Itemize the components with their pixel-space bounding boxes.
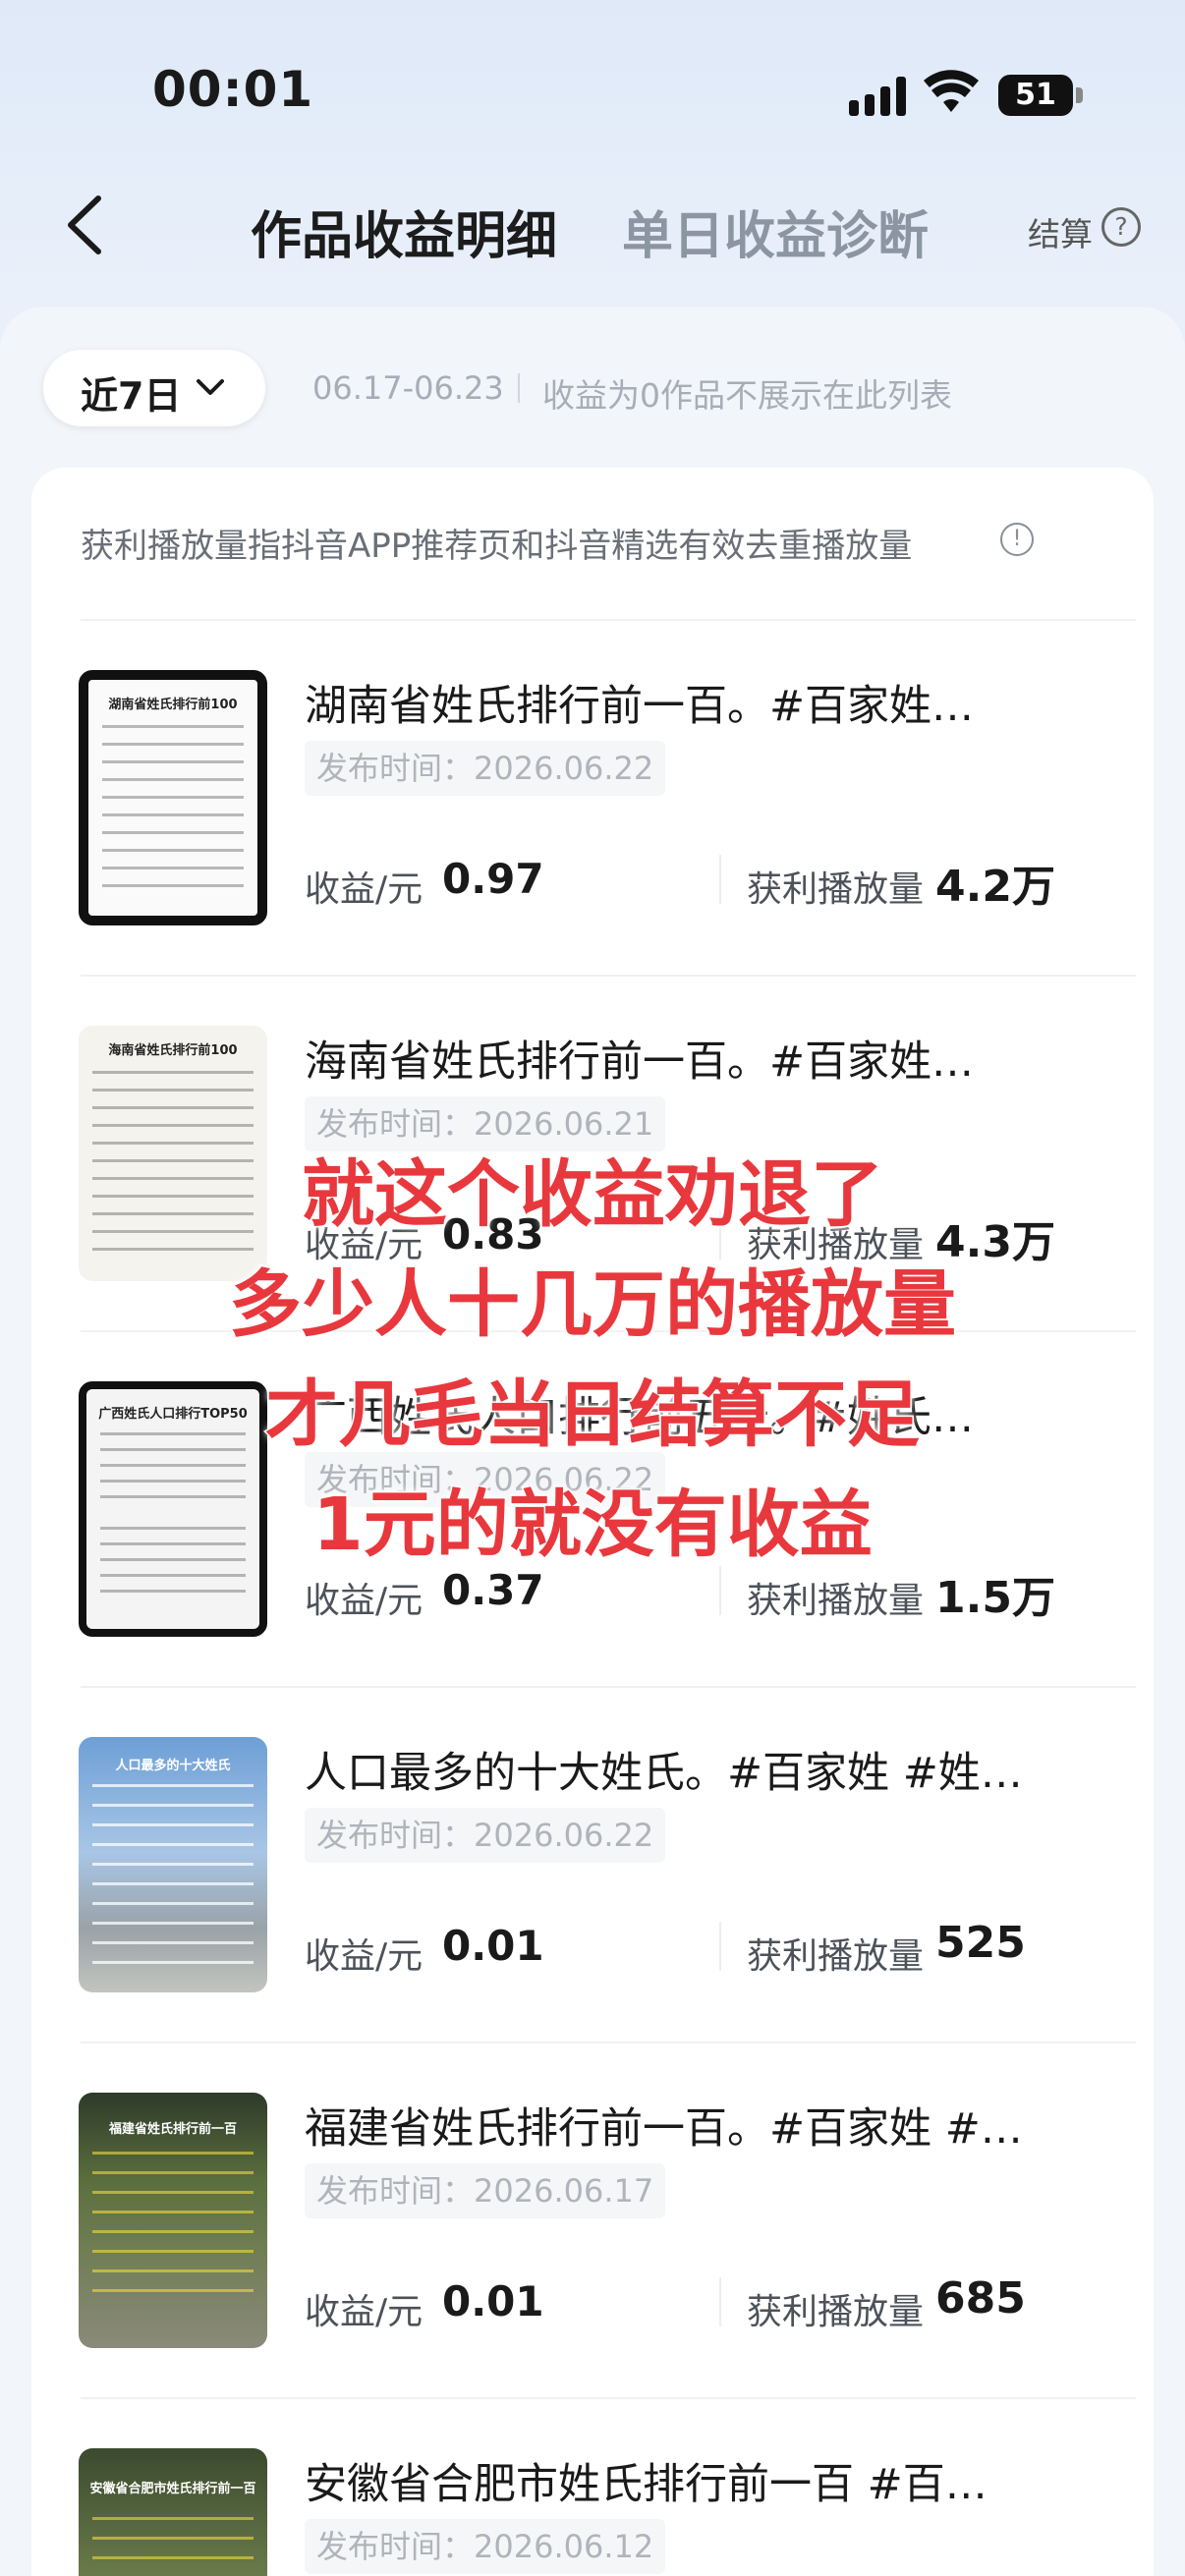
divider bbox=[719, 855, 721, 904]
plays-value: 4.2万 bbox=[935, 862, 1055, 912]
chevron-down-icon bbox=[197, 379, 224, 395]
video-thumbnail: 福建省姓氏排行前一百 bbox=[79, 2093, 267, 2348]
list-item[interactable]: 福建省姓氏排行前一百 福建省姓氏排行前一百。#百家姓 #… 发布时间：2026.… bbox=[31, 2042, 1154, 2397]
video-thumbnail: 人口最多的十大姓氏 bbox=[79, 1737, 267, 1992]
earnings-label: 收益/元 bbox=[305, 1936, 423, 1977]
card-note: 获利播放量指抖音APP推荐页和抖音精选有效去重播放量 bbox=[81, 527, 913, 566]
earnings-label: 收益/元 bbox=[305, 869, 423, 910]
overlay-line: 多少人十几万的播放量 bbox=[228, 1261, 958, 1349]
list-item[interactable]: 湖南省姓氏排行前100 湖南省姓氏排行前一百。#百家姓… 发布时间：2026.0… bbox=[31, 619, 1154, 975]
publish-time: 发布时间：2026.06.22 bbox=[305, 741, 666, 796]
tab-daily-diagnosis[interactable]: 单日收益诊断 bbox=[622, 195, 929, 268]
date-range-label: 近7日 bbox=[81, 374, 182, 418]
thumbnail-text: 人口最多的十大姓氏 bbox=[115, 1759, 231, 1773]
back-arrow-icon[interactable] bbox=[59, 193, 114, 257]
overlay-line: 1元的就没有收益 bbox=[311, 1482, 875, 1569]
info-icon[interactable]: ! bbox=[1000, 523, 1034, 556]
overlay-line: 就这个收益劝退了 bbox=[301, 1151, 885, 1239]
thumbnail-text: 安徽省合肥市姓氏排行前一百 bbox=[89, 2482, 256, 2496]
earnings-label: 收益/元 bbox=[305, 2292, 423, 2332]
date-range-text: 06.17-06.23 bbox=[312, 369, 504, 407]
battery-icon: 51 bbox=[998, 75, 1073, 116]
status-time: 00:01 bbox=[152, 61, 314, 118]
signal-icon bbox=[849, 77, 910, 116]
zero-earnings-notice: 收益为0作品不展示在此列表 bbox=[542, 376, 952, 415]
video-title: 福建省姓氏排行前一百。#百家姓 #… bbox=[305, 2104, 1023, 2154]
earnings-value: 0.01 bbox=[442, 2277, 544, 2325]
plays-label: 获利播放量 bbox=[747, 1936, 925, 1977]
overlay-caption: 就这个收益劝退了 多少人十几万的播放量 才几毛当日结算不足 1元的就没有收益 bbox=[0, 1140, 1185, 1580]
plays-label: 获利播放量 bbox=[747, 2292, 925, 2332]
plays-value: 685 bbox=[935, 2273, 1026, 2324]
video-title: 人口最多的十大姓氏。#百家姓 #姓… bbox=[305, 1749, 1023, 1798]
settle-link[interactable]: 结算 bbox=[1028, 208, 1093, 255]
battery-level: 51 bbox=[1015, 78, 1056, 112]
help-icon[interactable]: ? bbox=[1101, 207, 1141, 247]
earnings-value: 0.01 bbox=[442, 1922, 544, 1970]
video-thumbnail: 湖南省姓氏排行前100 bbox=[79, 670, 267, 925]
earnings-value: 0.97 bbox=[442, 855, 544, 903]
publish-time: 发布时间：2026.06.17 bbox=[305, 2163, 666, 2218]
video-thumbnail: 安徽省合肥市姓氏排行前一百 bbox=[79, 2448, 267, 2576]
list-item[interactable]: 人口最多的十大姓氏 人口最多的十大姓氏。#百家姓 #姓… 发布时间：2026.0… bbox=[31, 1686, 1154, 2042]
divider bbox=[719, 2277, 721, 2326]
thumbnail-text: 湖南省姓氏排行前100 bbox=[108, 698, 238, 712]
plays-label: 获利播放量 bbox=[747, 869, 925, 910]
video-title: 安徽省合肥市姓氏排行前一百 #百… bbox=[305, 2460, 988, 2509]
overlay-line: 才几毛当日结算不足 bbox=[264, 1372, 922, 1459]
date-range-dropdown[interactable]: 近7日 bbox=[43, 350, 265, 426]
publish-time: 发布时间：2026.06.12 bbox=[305, 2519, 666, 2574]
plays-value: 525 bbox=[935, 1918, 1026, 1968]
tab-work-earnings[interactable]: 作品收益明细 bbox=[251, 195, 557, 268]
publish-time: 发布时间：2026.06.22 bbox=[305, 1808, 666, 1863]
thumbnail-text: 海南省姓氏排行前100 bbox=[108, 1043, 238, 1058]
thumbnail-text: 福建省姓氏排行前一百 bbox=[108, 2122, 237, 2137]
status-bar: 00:01 51 bbox=[0, 0, 1185, 187]
divider bbox=[518, 373, 520, 403]
video-title: 海南省姓氏排行前一百。#百家姓… bbox=[305, 1037, 975, 1087]
wifi-icon bbox=[924, 70, 979, 112]
battery-tip bbox=[1076, 87, 1083, 103]
video-title: 湖南省姓氏排行前一百。#百家姓… bbox=[305, 682, 975, 731]
divider bbox=[719, 1922, 721, 1971]
list-item[interactable]: 安徽省合肥市姓氏排行前一百 安徽省合肥市姓氏排行前一百 #百… 发布时间：202… bbox=[31, 2397, 1154, 2576]
